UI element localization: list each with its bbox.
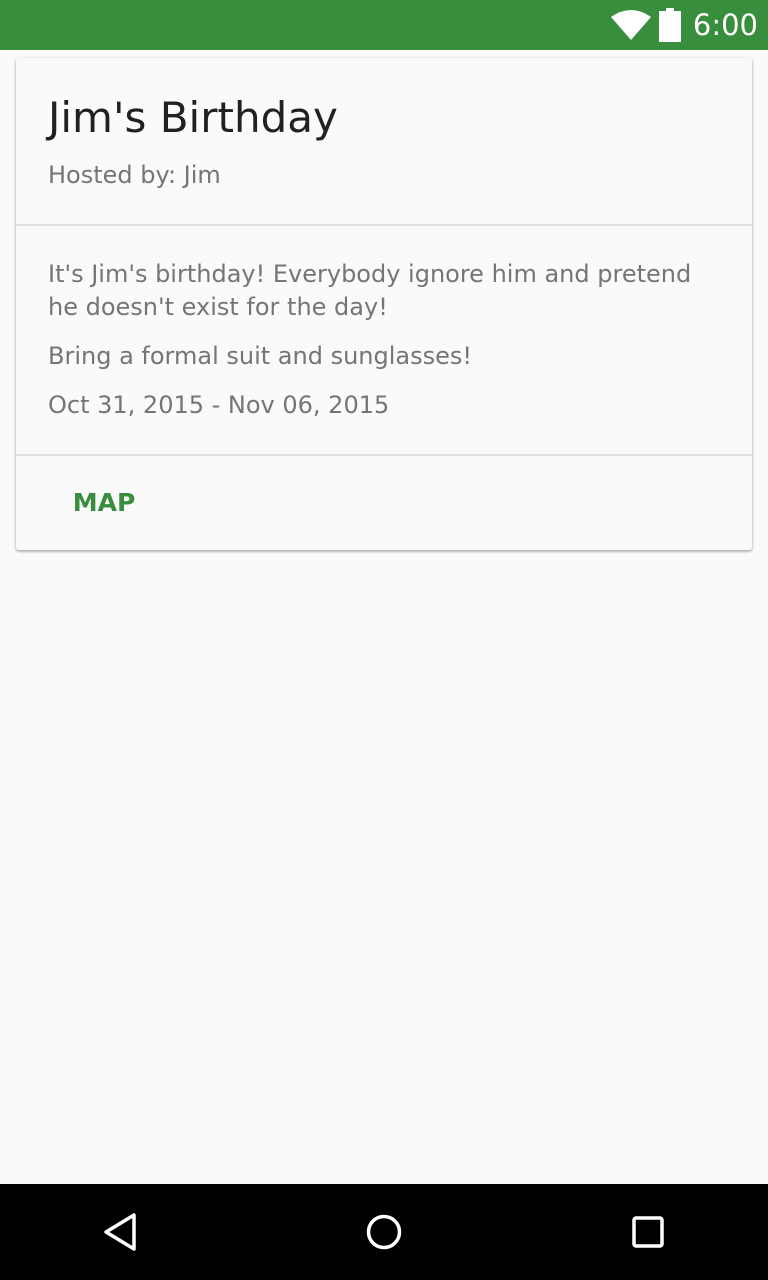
status-bar: 6:00	[0, 0, 768, 50]
actions-divider	[16, 454, 752, 456]
back-button[interactable]	[72, 1184, 168, 1280]
event-note: Bring a formal suit and sunglasses!	[48, 342, 473, 370]
status-time: 6:00	[692, 8, 758, 42]
event-description: It's Jim's birthday! Everybody ignore hi…	[48, 260, 692, 321]
event-title: Jim's Birthday	[48, 93, 338, 142]
header-divider	[16, 224, 752, 226]
recents-icon	[632, 1216, 664, 1248]
wifi-icon	[610, 10, 651, 40]
home-button[interactable]	[336, 1184, 432, 1280]
recents-button[interactable]	[600, 1184, 696, 1280]
navigation-bar	[0, 1184, 768, 1280]
back-icon	[104, 1213, 136, 1251]
event-dates: Oct 31, 2015 - Nov 06, 2015	[48, 391, 390, 419]
home-icon	[366, 1214, 402, 1250]
battery-icon	[658, 8, 681, 42]
status-icons: 6:00	[610, 0, 758, 50]
map-button[interactable]: MAP	[56, 470, 152, 534]
event-host: Hosted by: Jim	[48, 161, 221, 189]
event-card: Jim's Birthday Hosted by: Jim It's Jim's…	[16, 58, 752, 550]
